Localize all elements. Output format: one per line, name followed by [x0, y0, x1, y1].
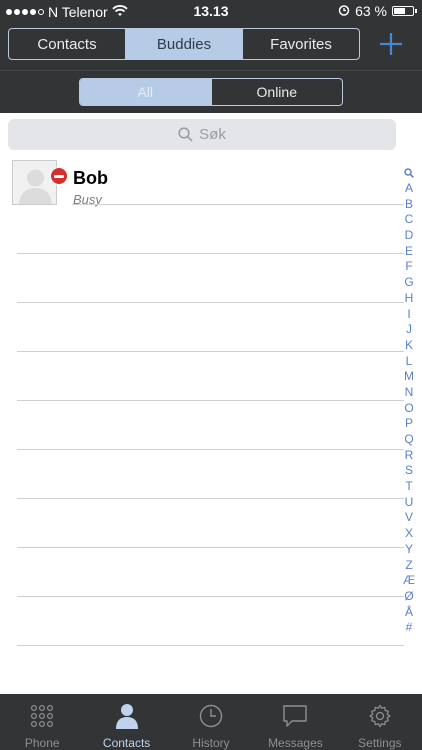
search-input[interactable]: Søk: [8, 119, 396, 150]
index-letter[interactable]: S: [405, 463, 413, 479]
tab-phone[interactable]: Phone: [0, 694, 84, 750]
index-letter[interactable]: Ø: [404, 589, 413, 605]
index-letter[interactable]: A: [405, 181, 413, 197]
tab-buddies[interactable]: Buddies: [126, 29, 243, 59]
empty-row: [0, 352, 404, 401]
index-letter[interactable]: L: [406, 354, 413, 370]
index-letter[interactable]: K: [405, 338, 413, 354]
index-letter[interactable]: H: [405, 291, 414, 307]
tab-history[interactable]: History: [169, 694, 253, 750]
tab-settings[interactable]: Settings: [338, 694, 422, 750]
tab-label: Contacts: [102, 736, 151, 750]
do-not-disturb-icon: [50, 167, 68, 185]
gear-icon: [368, 703, 392, 729]
tab-label: History: [192, 736, 230, 750]
index-letter[interactable]: U: [405, 495, 414, 511]
index-letter[interactable]: G: [404, 275, 413, 291]
index-letter[interactable]: F: [405, 259, 412, 275]
empty-row: [0, 254, 404, 303]
index-letter[interactable]: D: [405, 228, 414, 244]
search-placeholder: Søk: [199, 126, 226, 143]
index-letter[interactable]: I: [407, 307, 410, 323]
index-letter[interactable]: O: [404, 401, 413, 417]
index-letter[interactable]: X: [405, 526, 413, 542]
index-letter[interactable]: Æ: [403, 573, 415, 589]
tab-label: Settings: [358, 736, 402, 750]
index-letter[interactable]: R: [405, 448, 414, 464]
index-letter[interactable]: J: [406, 322, 412, 338]
index-letter[interactable]: Z: [405, 558, 412, 574]
buddy-name: Bob: [73, 168, 108, 188]
divider: [17, 645, 404, 646]
keypad-icon: [30, 703, 54, 729]
index-letter[interactable]: T: [405, 479, 412, 495]
index-letter[interactable]: #: [406, 620, 413, 636]
index-letter[interactable]: M: [404, 369, 414, 385]
tab-bar: Phone Contacts History Messages Settings: [0, 694, 422, 750]
section-index[interactable]: A B C D E F G H I J K L M N O P Q R S T U V X Y Z Æ Ø Å #: [400, 165, 418, 636]
plus-icon: [380, 33, 402, 55]
filter-online[interactable]: Online: [212, 79, 343, 105]
index-search-icon[interactable]: [404, 165, 414, 181]
presence-filter: All Online: [79, 78, 343, 106]
filter-bar: All Online: [0, 70, 422, 113]
top-nav: Contacts Buddies Favorites: [0, 22, 422, 70]
clock-icon: [199, 703, 223, 729]
tab-messages[interactable]: Messages: [253, 694, 337, 750]
alarm-icon: [338, 3, 350, 19]
index-letter[interactable]: E: [405, 244, 413, 260]
filter-all[interactable]: All: [80, 79, 212, 105]
empty-row: [0, 597, 404, 646]
index-letter[interactable]: V: [405, 510, 413, 526]
tab-favorites[interactable]: Favorites: [243, 29, 359, 59]
index-letter[interactable]: B: [405, 197, 413, 213]
search-icon: [178, 127, 193, 142]
index-letter[interactable]: Y: [405, 542, 413, 558]
index-letter[interactable]: C: [405, 212, 414, 228]
tab-label: Phone: [24, 736, 60, 750]
empty-row: [0, 499, 404, 548]
battery-percent: 63 %: [355, 3, 387, 19]
empty-row: [0, 548, 404, 597]
add-buddy-button[interactable]: [376, 29, 406, 59]
index-letter[interactable]: N: [405, 385, 414, 401]
list-item[interactable]: Bob Busy: [0, 156, 404, 207]
tab-label: Messages: [268, 736, 323, 750]
avatar: [12, 160, 57, 205]
empty-row: [0, 303, 404, 352]
empty-row: [0, 205, 404, 254]
battery-icon: [392, 6, 417, 16]
empty-row: [0, 450, 404, 499]
tab-contacts[interactable]: Contacts: [9, 29, 126, 59]
tab-contacts-bottom[interactable]: Contacts: [84, 694, 168, 750]
battery-fill: [394, 8, 406, 14]
index-letter[interactable]: Å: [405, 605, 413, 621]
empty-row: [0, 401, 404, 450]
chat-bubble-icon: [282, 703, 308, 729]
status-bar: N Telenor 13.13 63 %: [0, 0, 422, 22]
person-icon: [115, 703, 139, 729]
contacts-segmented-control: Contacts Buddies Favorites: [8, 28, 360, 60]
index-letter[interactable]: Q: [404, 432, 413, 448]
buddy-list: Bob Busy: [0, 156, 404, 646]
index-letter[interactable]: P: [405, 416, 413, 432]
